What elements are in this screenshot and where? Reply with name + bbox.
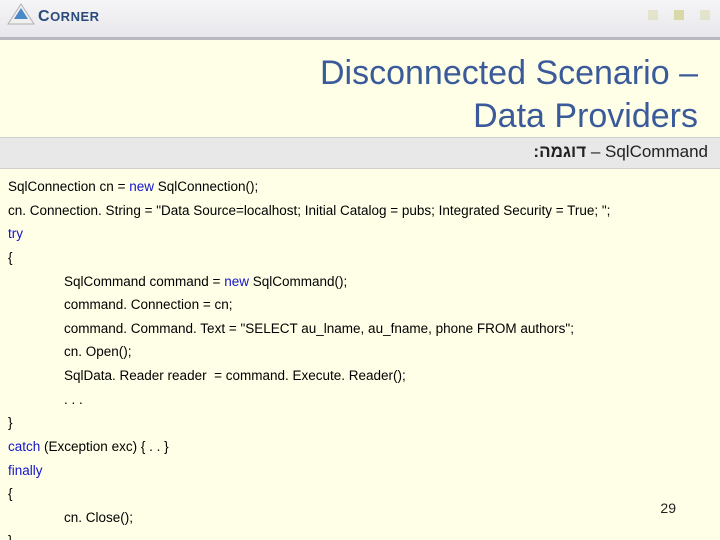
slide: CORNER Disconnected Scenario – Data Prov…	[0, 0, 720, 540]
code-line: command. Connection = cn;	[8, 293, 712, 317]
logo: CORNER	[6, 2, 100, 32]
code-line: catch (Exception exc) { . . }	[8, 435, 712, 459]
subtitle-hebrew: דוגמה:	[533, 142, 586, 161]
code-line: SqlCommand command = new SqlCommand();	[8, 270, 712, 294]
code-line: cn. Close();	[8, 506, 712, 530]
code-block: SqlConnection cn = new SqlConnection(); …	[0, 169, 720, 540]
code-line: {	[8, 246, 712, 270]
code-line: }	[8, 529, 712, 540]
code-line: SqlConnection cn = new SqlConnection();	[8, 175, 712, 199]
code-line: try	[8, 222, 712, 246]
decor-square	[648, 10, 658, 20]
decor-squares	[648, 10, 710, 20]
subtitle-command: SqlCommand	[605, 142, 708, 161]
code-line: }	[8, 411, 712, 435]
logo-text: CORNER	[38, 8, 100, 26]
topbar: CORNER	[0, 0, 720, 40]
title-line-1: Disconnected Scenario –	[320, 54, 698, 92]
code-line: {	[8, 482, 712, 506]
code-line: finally	[8, 459, 712, 483]
title-line-2: Data Providers	[473, 97, 698, 135]
decor-square	[700, 10, 710, 20]
code-line: . . .	[8, 388, 712, 412]
code-line: cn. Connection. String = "Data Source=lo…	[8, 199, 712, 223]
code-line: command. Command. Text = "SELECT au_lnam…	[8, 317, 712, 341]
decor-square	[674, 10, 684, 20]
code-line: cn. Open();	[8, 340, 712, 364]
page-number: 29	[660, 500, 676, 516]
slide-title: Disconnected Scenario – Data Providers	[0, 40, 720, 137]
subtitle-bar: SqlCommand – דוגמה:	[0, 137, 720, 169]
logo-icon	[6, 2, 36, 32]
code-line: SqlData. Reader reader = command. Execut…	[8, 364, 712, 388]
subtitle-sep: –	[586, 142, 605, 161]
